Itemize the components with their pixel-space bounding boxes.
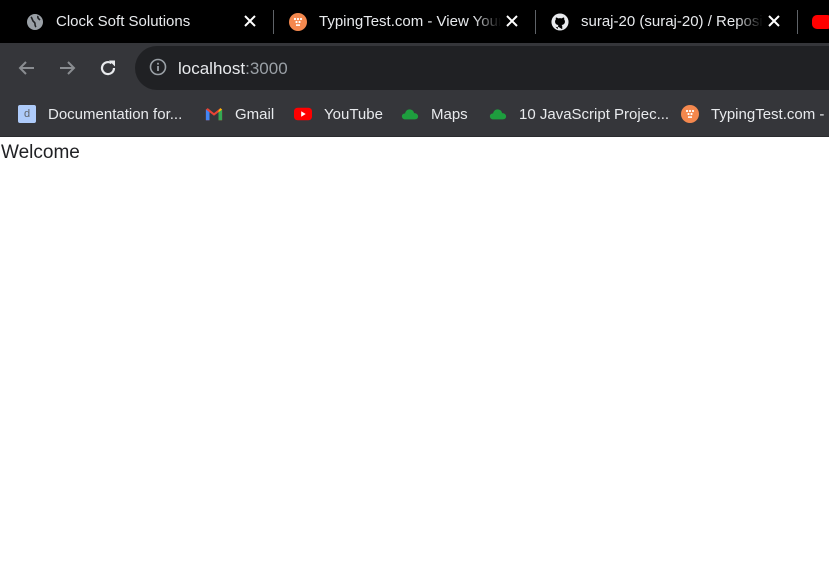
bookmark-label: Gmail [235, 105, 275, 123]
arrow-right-icon [60, 61, 76, 75]
bookmark-js-projects[interactable]: 10 JavaScript Projec... [489, 103, 669, 125]
close-icon[interactable] [506, 11, 526, 31]
bookmark-typingtest[interactable]: TypingTest.com - C [681, 103, 829, 125]
address-text: localhost:3000 [178, 59, 288, 79]
info-icon[interactable] [149, 58, 167, 81]
back-button[interactable] [14, 55, 40, 81]
tab-title: TypingTest.com - View Your [319, 13, 501, 30]
youtube-icon [812, 14, 829, 29]
cloud-icon [489, 105, 507, 123]
tab-separator [273, 10, 274, 34]
youtube-icon [294, 105, 312, 123]
reload-icon [100, 60, 116, 76]
forward-button[interactable] [54, 55, 80, 81]
address-bar[interactable]: localhost:3000 [135, 46, 829, 90]
reload-button[interactable] [95, 55, 121, 81]
bookmark-youtube[interactable]: YouTube [294, 103, 383, 125]
tab-clock-soft[interactable]: Clock Soft Solutions [26, 0, 266, 43]
tab-separator [797, 10, 798, 34]
bookmark-documentation[interactable]: d Documentation for... [18, 103, 182, 125]
tab-youtube[interactable] [812, 0, 829, 43]
toolbar: localhost:3000 [0, 43, 829, 92]
address-host: localhost [178, 59, 246, 78]
close-icon[interactable] [768, 11, 788, 31]
typingtest-icon [681, 105, 699, 123]
globe-icon [26, 13, 44, 31]
tab-typingtest[interactable]: TypingTest.com - View Your [289, 0, 501, 43]
bookmark-label: YouTube [324, 105, 383, 123]
github-icon [551, 12, 569, 31]
tab-strip: Clock Soft Solutions TypingTest.com - Vi… [0, 0, 829, 43]
typingtest-icon [289, 12, 307, 31]
browser-chrome: Clock Soft Solutions TypingTest.com - Vi… [0, 0, 829, 137]
bookmark-label: 10 JavaScript Projec... [519, 105, 670, 123]
welcome-text: Welcome [1, 142, 80, 163]
cloud-icon [401, 105, 419, 123]
address-port: :3000 [245, 59, 288, 78]
bookmark-label: Documentation for... [48, 105, 183, 123]
tab-title: Clock Soft Solutions [56, 13, 191, 30]
close-icon[interactable] [244, 11, 264, 31]
arrow-left-icon [18, 61, 34, 75]
tab-title: suraj-20 (suraj-20) / Reposit [581, 13, 763, 30]
page-content: Welcome [0, 137, 829, 565]
bookmark-label: Maps [431, 105, 468, 123]
tab-separator [535, 10, 536, 34]
bookmark-label: TypingTest.com - C [711, 105, 829, 123]
gmail-icon [205, 105, 223, 123]
docs-icon: d [18, 105, 36, 123]
tab-github[interactable]: suraj-20 (suraj-20) / Reposit [551, 0, 763, 43]
bookmark-gmail[interactable]: Gmail [205, 103, 274, 125]
bookmark-maps[interactable]: Maps [401, 103, 468, 125]
bookmarks-bar: d Documentation for... Gmail YouTube Map… [0, 92, 829, 137]
